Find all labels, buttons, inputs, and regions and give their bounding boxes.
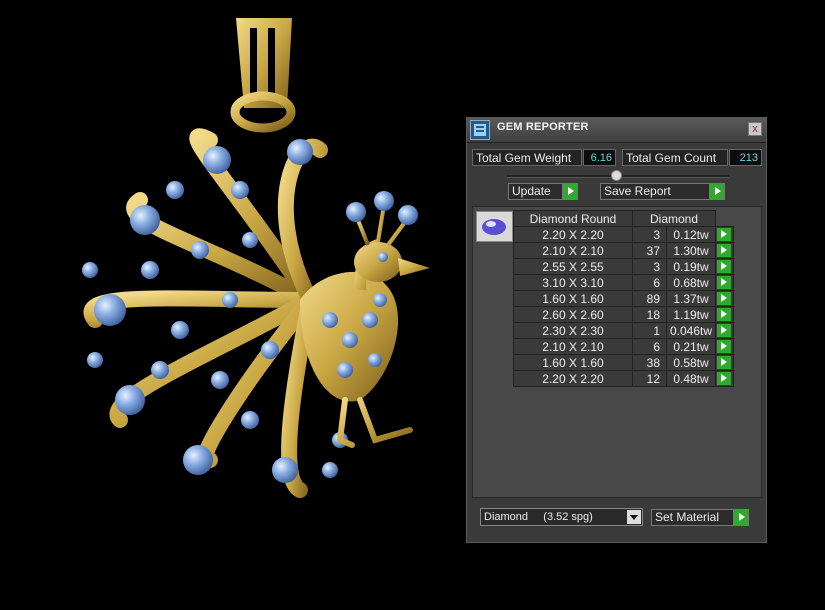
select-row-button[interactable] (715, 338, 734, 355)
gem-weight-cell: 1.30tw (666, 242, 716, 259)
gem-size-cell: 3.10 X 3.10 (513, 274, 633, 291)
table-row[interactable]: 1.60 X 1.60 89 1.37tw (513, 290, 734, 307)
gem-reporter-panel: GEM REPORTER x Total Gem Weight 6.16 Tot… (466, 117, 767, 543)
panel-titlebar[interactable]: GEM REPORTER x (467, 118, 766, 143)
gem-size-cell: 2.20 X 2.20 (513, 226, 633, 243)
dropdown-arrow-icon[interactable] (627, 510, 641, 524)
table-row[interactable]: 1.60 X 1.60 38 0.58tw (513, 354, 734, 371)
arrow-right-icon (717, 372, 731, 385)
material-dropdown-value: Diamond (3.52 spg) (484, 511, 593, 523)
arrow-right-icon (717, 356, 731, 369)
select-row-button[interactable] (715, 274, 734, 291)
gem-weight-cell: 0.68tw (666, 274, 716, 291)
material-dropdown[interactable]: Diamond (3.52 spg) (480, 508, 643, 526)
collapse-knob-icon[interactable] (611, 170, 622, 181)
table-header-row: Diamond Round Diamond (513, 210, 734, 227)
total-gem-weight-value: 6.16 (583, 149, 616, 166)
table-row[interactable]: 3.10 X 3.10 6 0.68tw (513, 274, 734, 291)
gem-count-cell: 3 (632, 258, 667, 275)
gem-size-cell: 2.30 X 2.30 (513, 322, 633, 339)
gem-count-cell: 6 (632, 274, 667, 291)
arrow-right-icon (717, 308, 731, 321)
gem-count-cell: 12 (632, 370, 667, 387)
gem-count-cell: 38 (632, 354, 667, 371)
arrow-right-icon (717, 276, 731, 289)
save-report-button-label: Save Report (604, 184, 671, 198)
gem-size-cell: 2.20 X 2.20 (513, 370, 633, 387)
gem-size-cell: 2.55 X 2.55 (513, 258, 633, 275)
pendant-bail (230, 18, 296, 133)
update-button[interactable]: Update (508, 183, 578, 200)
gem-weight-cell: 1.37tw (666, 290, 716, 307)
table-row[interactable]: 2.60 X 2.60 18 1.19tw (513, 306, 734, 323)
arrow-right-icon (709, 184, 724, 199)
gem-weight-cell: 1.19tw (666, 306, 716, 323)
table-row[interactable]: 2.20 X 2.20 3 0.12tw (513, 226, 734, 243)
3d-viewport-pendant-render[interactable] (0, 0, 460, 610)
gem-weight-cell: 0.046tw (666, 322, 716, 339)
gem-count-cell: 3 (632, 226, 667, 243)
arrow-right-icon (717, 340, 731, 353)
table-row[interactable]: 2.10 X 2.10 6 0.21tw (513, 338, 734, 355)
select-row-button[interactable] (715, 322, 734, 339)
gem-size-cell: 2.10 X 2.10 (513, 338, 633, 355)
gem-weight-cell: 0.48tw (666, 370, 716, 387)
select-row-button[interactable] (715, 306, 734, 323)
arrow-right-icon (562, 184, 577, 199)
update-button-label: Update (512, 184, 551, 198)
header-shape: Diamond Round (513, 210, 633, 227)
select-row-button[interactable] (715, 290, 734, 307)
gem-weight-cell: 0.19tw (666, 258, 716, 275)
gem-size-cell: 2.60 X 2.60 (513, 306, 633, 323)
total-gem-weight-label: Total Gem Weight (472, 149, 582, 166)
close-icon[interactable]: x (748, 122, 762, 136)
select-row-button[interactable] (715, 226, 734, 243)
total-gem-count-label: Total Gem Count (622, 149, 728, 166)
set-material-button[interactable]: Set Material (651, 509, 749, 526)
arrow-right-icon (717, 324, 731, 337)
header-material: Diamond (632, 210, 716, 227)
select-row-button[interactable] (715, 258, 734, 275)
gem-report-table: Diamond Round Diamond 2.20 X 2.20 3 0.12tw… (513, 210, 734, 387)
gem-size-cell: 2.10 X 2.10 (513, 242, 633, 259)
select-row-button[interactable] (715, 242, 734, 259)
total-gem-count-value: 213 (729, 149, 762, 166)
gem-count-cell: 18 (632, 306, 667, 323)
set-material-button-label: Set Material (655, 510, 720, 524)
save-report-button[interactable]: Save Report (600, 183, 725, 200)
table-row[interactable]: 2.30 X 2.30 1 0.046tw (513, 322, 734, 339)
gem-rows: 2.20 X 2.20 3 0.12tw 2.10 X 2.10 37 1.30tw 2.5… (513, 226, 734, 387)
gem-size-cell: 1.60 X 1.60 (513, 354, 633, 371)
select-row-button[interactable] (715, 354, 734, 371)
table-row[interactable]: 2.10 X 2.10 37 1.30tw (513, 242, 734, 259)
gem-reporter-icon (470, 120, 490, 140)
gem-count-cell: 6 (632, 338, 667, 355)
gem-count-cell: 37 (632, 242, 667, 259)
select-row-button[interactable] (715, 370, 734, 387)
table-row[interactable]: 2.55 X 2.55 3 0.19tw (513, 258, 734, 275)
panel-title: GEM REPORTER (497, 121, 589, 133)
pendant-peacock-body (300, 191, 430, 448)
gem-weight-cell: 0.21tw (666, 338, 716, 355)
arrow-right-icon (717, 228, 731, 241)
arrow-right-icon (717, 260, 731, 273)
gem-count-cell: 89 (632, 290, 667, 307)
arrow-right-icon (717, 244, 731, 257)
gem-thumbnail-icon[interactable] (476, 211, 513, 242)
gem-weight-cell: 0.58tw (666, 354, 716, 371)
table-row[interactable]: 2.20 X 2.20 12 0.48tw (513, 370, 734, 387)
gem-size-cell: 1.60 X 1.60 (513, 290, 633, 307)
header-spacer (715, 210, 734, 227)
arrow-right-icon (733, 510, 748, 525)
gem-count-cell: 1 (632, 322, 667, 339)
gem-weight-cell: 0.12tw (666, 226, 716, 243)
pendant-tail-feathers (83, 128, 328, 498)
arrow-right-icon (717, 292, 731, 305)
